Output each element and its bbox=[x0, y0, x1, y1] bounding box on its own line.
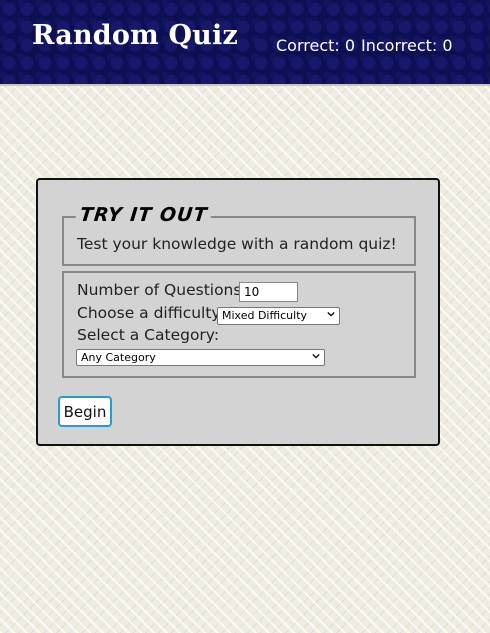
incorrect-count: Incorrect: 0 bbox=[361, 36, 453, 55]
begin-button[interactable]: Begin bbox=[58, 396, 112, 427]
category-label: Select a Category: bbox=[77, 326, 220, 344]
difficulty-select[interactable]: Mixed Difficulty bbox=[217, 307, 340, 325]
chevron-down-icon bbox=[327, 311, 335, 317]
intro-fieldset: TRY IT OUT Test your knowledge with a ra… bbox=[62, 204, 416, 266]
options-fieldset: Number of Questions Choose a difficulty … bbox=[62, 271, 416, 378]
difficulty-selected: Mixed Difficulty bbox=[222, 309, 308, 322]
intro-text: Test your knowledge with a random quiz! bbox=[77, 235, 397, 253]
difficulty-label: Choose a difficulty bbox=[77, 304, 221, 322]
correct-count: Correct: 0 bbox=[276, 36, 356, 55]
header-bar: Random Quiz Correct: 0 Incorrect: 0 bbox=[0, 0, 490, 86]
quiz-card: TRY IT OUT Test your knowledge with a ra… bbox=[36, 178, 440, 446]
intro-legend: TRY IT OUT bbox=[74, 204, 213, 226]
questions-input[interactable] bbox=[239, 282, 298, 302]
chevron-down-icon bbox=[312, 353, 320, 359]
category-select[interactable]: Any Category bbox=[76, 349, 325, 366]
page-title: Random Quiz bbox=[32, 20, 238, 51]
questions-label: Number of Questions bbox=[77, 281, 242, 299]
category-selected: Any Category bbox=[81, 351, 156, 364]
